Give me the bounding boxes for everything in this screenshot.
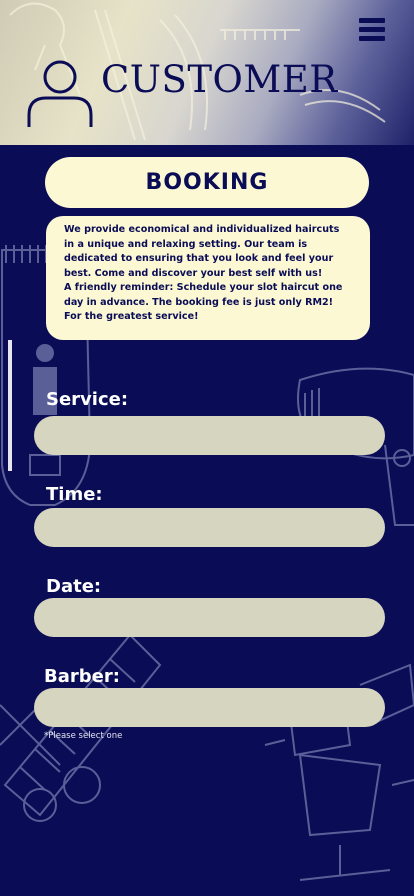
time-label: Time:	[46, 484, 103, 505]
booking-info-card: We provide economical and individualized…	[46, 216, 370, 340]
time-input[interactable]	[34, 508, 385, 547]
info-line: We provide economical and individualized…	[64, 224, 340, 235]
booking-page: CUSTOMER BOOKING We provide economical a…	[0, 0, 414, 896]
booking-heading: BOOKING	[145, 170, 269, 195]
date-label: Date:	[46, 576, 102, 597]
service-input[interactable]	[34, 416, 385, 455]
barber-label: Barber:	[44, 666, 120, 687]
booking-heading-pill: BOOKING	[45, 157, 369, 208]
info-line: day in advance. The booking fee is just …	[64, 296, 334, 308]
hamburger-menu-icon[interactable]	[359, 17, 385, 43]
info-line: A friendly reminder: Schedule your slot …	[64, 282, 343, 293]
header-banner: CUSTOMER	[0, 0, 414, 145]
info-line: best. Come and discover your best self w…	[64, 267, 323, 279]
select-hint: *Please select one	[44, 731, 123, 741]
date-input[interactable]	[34, 598, 385, 637]
scroll-indicator	[8, 340, 12, 471]
user-avatar-icon	[27, 60, 93, 127]
service-label: Service:	[46, 389, 129, 410]
info-line: dedicated to ensuring that you look and …	[64, 253, 334, 264]
page-title: CUSTOMER	[101, 58, 338, 101]
info-line: For the greatest service!	[64, 311, 199, 322]
barber-input[interactable]	[34, 688, 385, 727]
info-line: in a unique and relaxing setting. Our te…	[64, 238, 308, 250]
